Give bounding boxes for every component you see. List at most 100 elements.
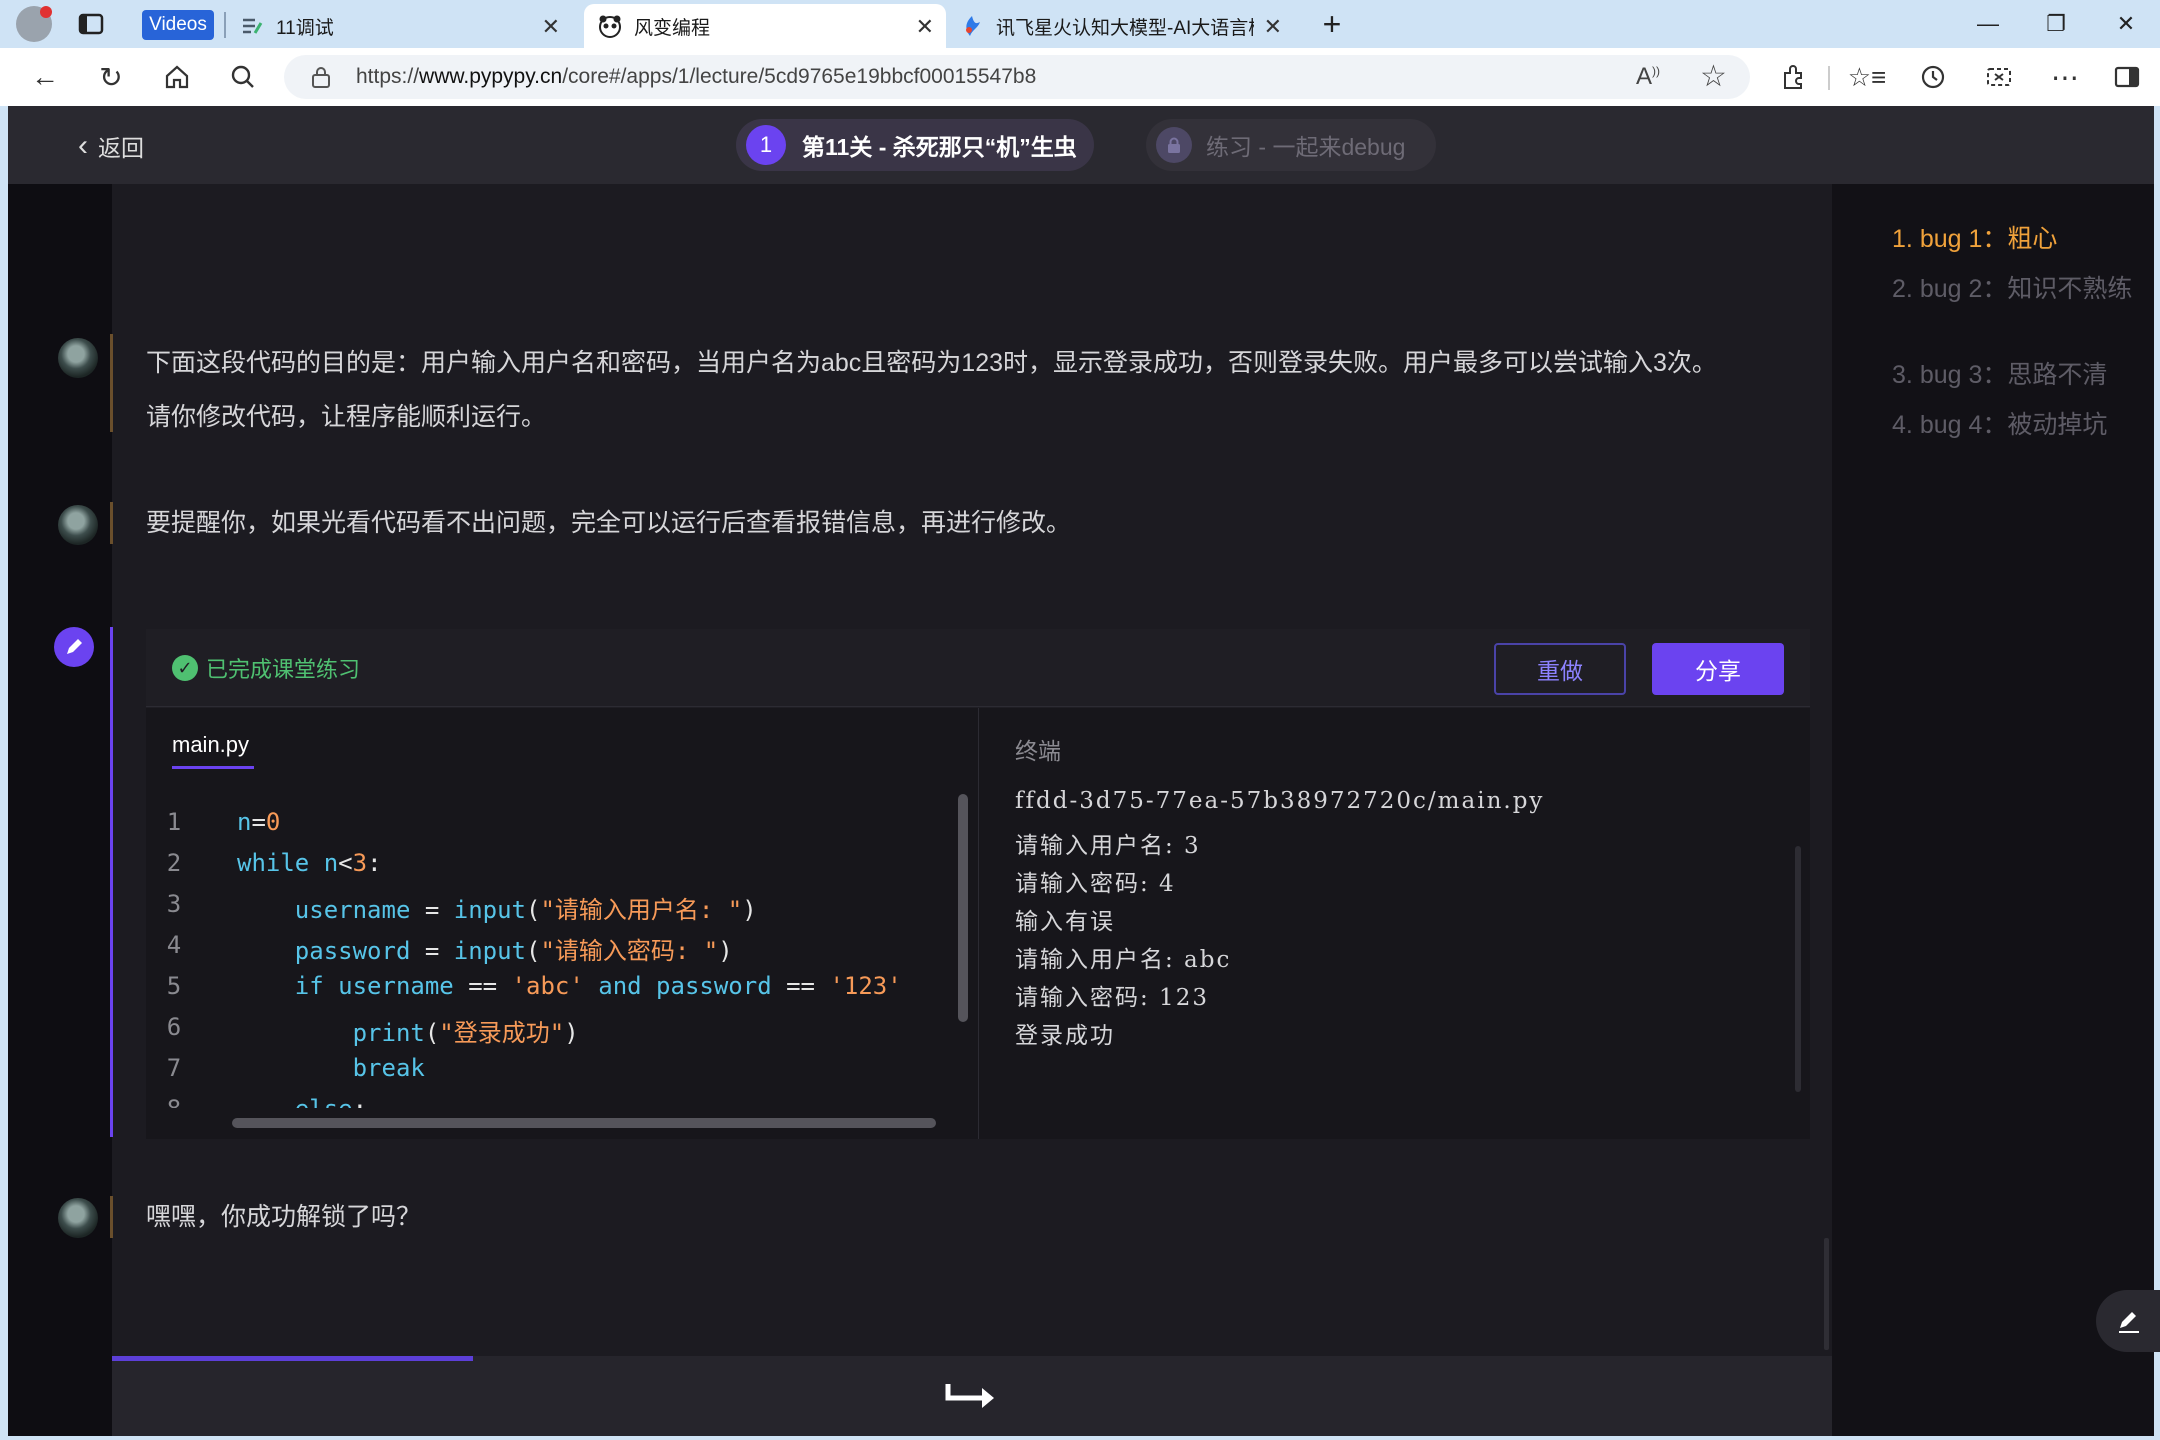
lock-icon[interactable] bbox=[310, 66, 332, 88]
practice-title: 练习 - 一起来debug bbox=[1206, 134, 1406, 160]
back-label: 返回 bbox=[98, 135, 144, 161]
tab-xunfei[interactable]: 讯飞星火认知大模型-AI大语言模 ✕ bbox=[956, 4, 1294, 48]
file-tab-main-py[interactable]: main.py bbox=[172, 732, 249, 758]
terminal-line: 请输入密码: 123 bbox=[1015, 985, 1209, 1011]
minimize-button[interactable]: — bbox=[1958, 4, 2018, 44]
share-button[interactable]: 分享 bbox=[1652, 643, 1784, 695]
chat-scrollbar[interactable] bbox=[1824, 1238, 1829, 1350]
outline-number: 1. bbox=[1892, 225, 1913, 253]
tab-close-icon[interactable]: ✕ bbox=[916, 14, 934, 40]
favorites-icon[interactable]: ☆≡ bbox=[1838, 48, 1896, 106]
message-divider bbox=[110, 1196, 113, 1238]
completion-label: 已完成课堂练习 bbox=[206, 657, 361, 682]
screenshot-icon[interactable] bbox=[1970, 48, 2028, 106]
code-line: if username == 'abc' and password == '12… bbox=[294, 972, 902, 1000]
outline-panel: 1. bug 1：粗心 2. bug 2：知识不熟练 3. bug 3：思路不清… bbox=[1832, 184, 2154, 1436]
terminal-panel: 终端 ffdd-3d75-77ea-57b38972720c/main.py 请… bbox=[978, 708, 1810, 1139]
outline-title: 思路不清 bbox=[2007, 361, 2108, 389]
tab-close-icon[interactable]: ✕ bbox=[1264, 14, 1282, 40]
more-options-icon[interactable]: ⋯ bbox=[2036, 48, 2094, 106]
tab-actions-icon[interactable] bbox=[76, 10, 106, 38]
videos-badge-label: Videos bbox=[149, 14, 207, 35]
sidebar-toggle-icon[interactable] bbox=[2098, 48, 2156, 106]
terminal-scrollbar[interactable] bbox=[1795, 846, 1801, 1092]
videos-badge[interactable]: Videos bbox=[142, 10, 214, 40]
exercise-panel: ✓ 已完成课堂练习 重做 分享 main.py 1 n=0 2 while n<… bbox=[146, 629, 1810, 1139]
history-icon[interactable] bbox=[1904, 48, 1962, 106]
editor-horizontal-scrollbar[interactable] bbox=[232, 1118, 936, 1128]
lesson-app: ‹ 返回 1 第11关 - 杀死那只“机”生虫 练习 - 一起来debug 下面… bbox=[8, 106, 2154, 1436]
line-number: 6 bbox=[166, 1013, 182, 1041]
search-icon[interactable] bbox=[214, 48, 272, 106]
code-area[interactable]: 1 n=0 2 while n<3: 3 username = input("请… bbox=[146, 808, 966, 1108]
terminal-line: 请输入用户名: abc bbox=[1015, 947, 1232, 973]
line-number: 3 bbox=[166, 890, 182, 918]
redo-button[interactable]: 重做 bbox=[1494, 643, 1626, 695]
browser-toolbar: ← ↻ https://www.pypypy.cn/core#/apps/1/l… bbox=[0, 48, 2160, 106]
bottom-bar bbox=[112, 1356, 1832, 1436]
tab-close-icon[interactable]: ✕ bbox=[542, 14, 560, 40]
code-line: password = input("请输入密码: ") bbox=[294, 937, 733, 965]
close-window-button[interactable]: ✕ bbox=[2096, 4, 2156, 44]
terminal-line: 输入有误 bbox=[1015, 909, 1115, 935]
outline-item-bug2[interactable]: 2. bug 2：知识不熟练 bbox=[1892, 264, 2154, 314]
extensions-icon[interactable] bbox=[1764, 48, 1822, 106]
editor-vertical-scrollbar[interactable] bbox=[958, 794, 968, 1022]
message-line: 下面这段代码的目的是：用户输入用户名和密码，当用户名为abc且密码为123时，显… bbox=[146, 349, 1717, 377]
tab-label: 11调试 bbox=[276, 17, 334, 39]
level-pill[interactable]: 1 第11关 - 杀死那只“机”生虫 bbox=[736, 119, 1094, 171]
tab-separator bbox=[224, 12, 226, 38]
outline-label: bug 2： bbox=[1919, 275, 2008, 303]
tab-list-icon bbox=[240, 14, 264, 38]
outline-number: 4. bbox=[1892, 411, 1913, 439]
lesson-progress-bar bbox=[112, 1356, 473, 1361]
code-line: else: bbox=[237, 1095, 367, 1108]
terminal-line: 请输入用户名: 3 bbox=[1015, 833, 1201, 859]
line-number: 5 bbox=[166, 972, 182, 1000]
spark-logo-icon bbox=[960, 14, 984, 38]
panda-logo-icon bbox=[598, 14, 622, 38]
avatar bbox=[58, 505, 98, 545]
outline-number: 2. bbox=[1892, 275, 1913, 303]
profile-avatar-icon[interactable] bbox=[16, 6, 52, 42]
continue-arrow-icon[interactable] bbox=[942, 1374, 1002, 1418]
tab-label: 风变编程 bbox=[634, 17, 711, 39]
exercise-rail-line bbox=[110, 627, 113, 1137]
line-number: 1 bbox=[166, 808, 182, 836]
terminal-title: 终端 bbox=[1015, 738, 1061, 764]
chevron-left-icon: ‹ bbox=[78, 129, 88, 162]
code-editor[interactable]: main.py 1 n=0 2 while n<3: 3 username = … bbox=[146, 708, 978, 1139]
outline-item-bug4[interactable]: 4. bug 4：被动掉坑 bbox=[1892, 400, 2107, 450]
terminal-line: ffdd-3d75-77ea-57b38972720c/main.py bbox=[1015, 788, 1545, 814]
code-line: username = input("请输入用户名: ") bbox=[294, 896, 757, 924]
new-tab-button[interactable]: + bbox=[1310, 4, 1354, 44]
back-link[interactable]: ‹ 返回 bbox=[78, 126, 144, 166]
line-number: 4 bbox=[166, 931, 182, 959]
note-edit-button[interactable] bbox=[2096, 1290, 2160, 1352]
message-text: 嘿嘿，你成功解锁了吗？ bbox=[146, 1203, 422, 1231]
file-tab-underline bbox=[172, 766, 254, 769]
home-icon[interactable] bbox=[148, 48, 206, 106]
outline-item-bug1[interactable]: 1. bug 1：粗心 bbox=[1892, 214, 2057, 264]
outline-title: 粗心 bbox=[2007, 225, 2058, 253]
message-text: 下面这段代码的目的是：用户输入用户名和密码，当用户名为abc且密码为123时，显… bbox=[146, 336, 1826, 444]
toolbar-separator bbox=[1828, 66, 1830, 90]
message-text: 要提醒你，如果光看代码看不出问题，完全可以运行后查看报错信息，再进行修改。 bbox=[146, 509, 1072, 537]
outline-label: bug 4： bbox=[1919, 411, 2008, 439]
code-line: while n<3: bbox=[237, 849, 382, 877]
favorite-star-icon[interactable]: ☆ bbox=[1700, 59, 1727, 94]
tab-debug[interactable]: 11调试 ✕ bbox=[236, 4, 572, 48]
back-arrow-icon[interactable]: ← bbox=[16, 48, 74, 106]
read-aloud-icon[interactable]: A)) bbox=[1636, 63, 1660, 91]
completion-status: ✓ 已完成课堂练习 bbox=[172, 651, 360, 685]
address-bar[interactable]: https://www.pypypy.cn/core#/apps/1/lectu… bbox=[284, 55, 1750, 99]
message-divider bbox=[110, 502, 113, 544]
practice-pill[interactable]: 练习 - 一起来debug bbox=[1146, 119, 1436, 171]
line-number: 7 bbox=[166, 1054, 182, 1082]
restore-button[interactable]: ❐ bbox=[2026, 4, 2086, 44]
outline-number: 3. bbox=[1892, 361, 1913, 389]
refresh-icon[interactable]: ↻ bbox=[82, 48, 140, 106]
outline-item-bug3[interactable]: 3. bug 3：思路不清 bbox=[1892, 350, 2107, 400]
message-line: 请你修改代码，让程序能顺利运行。 bbox=[146, 403, 547, 431]
tab-fengbian[interactable]: 风变编程 ✕ bbox=[584, 4, 946, 48]
